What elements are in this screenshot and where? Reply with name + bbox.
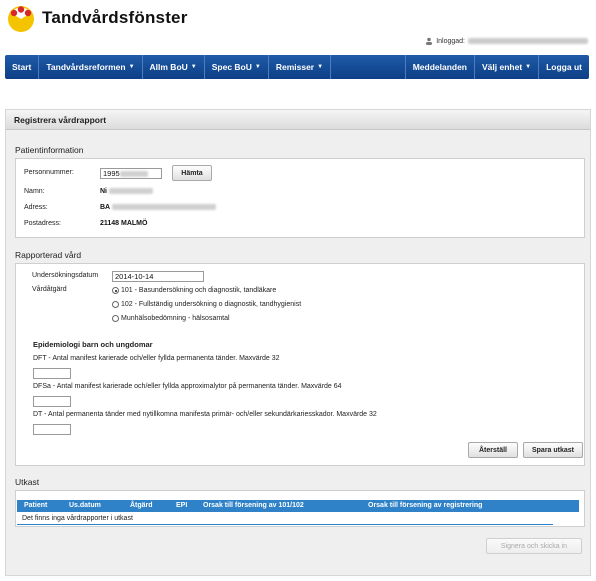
nav-meddelanden[interactable]: Meddelanden <box>406 55 474 79</box>
col-orsak-registrering[interactable]: Orsak till försening av registrering <box>368 502 482 509</box>
utkast-box: Patient Us.datum Åtgärd EPI Orsak till f… <box>15 490 585 527</box>
utkast-table-header: Patient Us.datum Åtgärd EPI Orsak till f… <box>17 500 579 512</box>
registrera-panel: Registrera vårdrapport Patientinformatio… <box>5 109 591 576</box>
dt-label: DT - Antal permanenta tänder med nytillk… <box>33 411 377 418</box>
spara-utkast-button[interactable]: Spara utkast <box>523 442 583 458</box>
main-navbar: Start Tandvårdsreformen ▼ Allm BoU ▼ Spe… <box>5 55 589 79</box>
nav-logga-ut[interactable]: Logga ut <box>539 55 589 79</box>
hamta-button[interactable]: Hämta <box>172 165 212 181</box>
undersokningsdatum-input[interactable]: 2014-10-14 <box>112 271 204 282</box>
namn-value: Ni <box>100 188 153 195</box>
nav-allm-bou[interactable]: Allm BoU ▼ <box>143 55 204 79</box>
personnummer-label: Personnummer: <box>24 169 74 176</box>
nav-start[interactable]: Start <box>5 55 38 79</box>
option-munhalsobedomning-radio[interactable]: Munhälsobedömning - hälsosamtal <box>112 315 230 322</box>
nav-valj-enhet[interactable]: Välj enhet ▼ <box>475 55 538 79</box>
col-usdatum[interactable]: Us.datum <box>69 502 101 509</box>
option-102-radio[interactable]: 102 - Fullständig undersökning o diagnos… <box>112 301 301 308</box>
postadress-value: 21148 MALMÖ <box>100 220 148 227</box>
signera-skicka-button[interactable]: Signera och skicka in <box>486 538 582 554</box>
user-icon <box>426 37 433 45</box>
caret-down-icon: ▼ <box>525 64 532 70</box>
undersokningsdatum-label: Undersökningsdatum <box>32 272 99 279</box>
table-bottom-line <box>17 524 553 525</box>
rapporterad-vard-title: Rapporterad vård <box>15 250 82 260</box>
patientinformation-box: Personnummer: 1995 Hämta Namn: Ni Adress… <box>15 158 585 238</box>
rapporterad-vard-box: Undersökningsdatum 2014-10-14 Vårdåtgärd… <box>15 263 585 466</box>
col-epi[interactable]: EPI <box>176 502 187 509</box>
caret-down-icon: ▼ <box>317 64 324 70</box>
adress-label: Adress: <box>24 204 48 211</box>
utkast-title: Utkast <box>15 477 40 487</box>
dt-input[interactable] <box>33 424 71 435</box>
namn-label: Namn: <box>24 188 45 195</box>
utkast-empty-text: Det finns inga vårdrapporter i utkast <box>22 515 133 522</box>
patientinformation-title: Patientinformation <box>15 145 84 155</box>
vardatgard-label: Vårdåtgärd <box>32 286 67 293</box>
col-atgard[interactable]: Åtgärd <box>130 502 153 509</box>
radio-icon[interactable] <box>112 301 119 308</box>
personnummer-input[interactable]: 1995 <box>100 168 162 179</box>
tandvardsfonster-logo-icon <box>8 6 34 32</box>
nav-tandvardsreformen[interactable]: Tandvårdsreformen ▼ <box>39 55 141 79</box>
caret-down-icon: ▼ <box>190 64 197 70</box>
epidemiologi-title: Epidemiologi barn och ungdomar <box>33 340 153 349</box>
page-title: Registrera vårdrapport <box>6 110 590 130</box>
col-orsak-101-102[interactable]: Orsak till försening av 101/102 <box>203 502 304 509</box>
postadress-label: Postadress: <box>24 220 61 227</box>
login-status: Inloggad: <box>425 37 588 45</box>
nav-remisser[interactable]: Remisser ▼ <box>269 55 330 79</box>
col-patient[interactable]: Patient <box>24 502 47 509</box>
caret-down-icon: ▼ <box>128 64 135 70</box>
dft-label: DFT - Antal manifest karierade och/eller… <box>33 355 280 362</box>
dfsa-label: DFSa - Antal manifest karierade och/elle… <box>33 383 342 390</box>
login-label: Inloggad: <box>436 37 465 45</box>
brand-title: Tandvårdsfönster <box>42 8 188 27</box>
logged-in-user-redacted <box>468 38 588 44</box>
dfsa-input[interactable] <box>33 396 71 407</box>
option-101-radio[interactable]: 101 - Basundersökning och diagnostik, ta… <box>112 287 276 294</box>
radio-icon[interactable] <box>112 315 119 322</box>
adress-value: BA <box>100 204 216 211</box>
nav-spec-bou[interactable]: Spec BoU ▼ <box>205 55 268 79</box>
caret-down-icon: ▼ <box>254 64 261 70</box>
aterstall-button[interactable]: Återställ <box>468 442 518 458</box>
dft-input[interactable] <box>33 368 71 379</box>
radio-checked-icon[interactable] <box>112 287 119 294</box>
